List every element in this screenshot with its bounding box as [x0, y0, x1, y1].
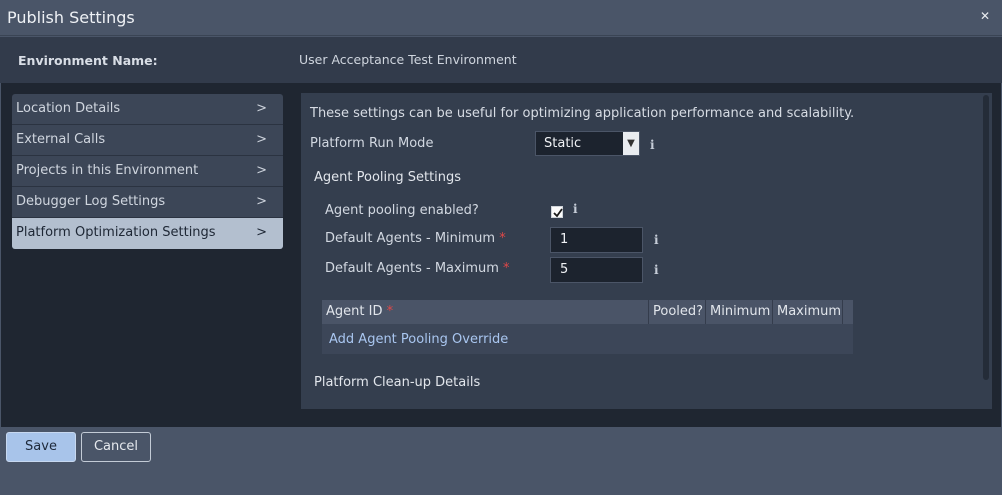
chevron-right-icon: >: [256, 225, 267, 240]
sidebar-item-debugger-log[interactable]: Debugger Log Settings >: [12, 187, 283, 218]
platform-run-mode-value: Static: [544, 136, 582, 151]
chevron-right-icon: >: [256, 194, 267, 209]
add-agent-pooling-override-link[interactable]: Add Agent Pooling Override: [329, 332, 508, 347]
sidebar-item-label: Projects in this Environment: [16, 163, 199, 178]
agent-pooling-enabled-checkbox[interactable]: [551, 206, 563, 218]
sidebar-item-location-details[interactable]: Location Details >: [12, 94, 283, 125]
sidebar-item-label: Debugger Log Settings: [16, 194, 166, 209]
dialog-title: Publish Settings: [7, 8, 135, 27]
platform-cleanup-heading: Platform Clean-up Details: [314, 375, 481, 390]
column-header-label: Agent ID: [326, 304, 383, 319]
save-button[interactable]: Save: [6, 432, 76, 462]
info-icon[interactable]: i: [654, 234, 662, 246]
agent-pooling-heading: Agent Pooling Settings: [314, 170, 462, 185]
required-mark: *: [503, 261, 510, 276]
chevron-down-icon[interactable]: ▼: [623, 132, 639, 155]
chevron-right-icon: >: [256, 101, 267, 116]
cancel-button[interactable]: Cancel: [81, 432, 151, 462]
default-agents-max-label: Default Agents - Maximum *: [325, 261, 510, 276]
sidebar-item-platform-optimization[interactable]: Platform Optimization Settings >: [12, 218, 283, 249]
column-header-minimum[interactable]: Minimum: [706, 300, 773, 324]
info-icon[interactable]: i: [654, 264, 662, 276]
default-agents-min-label: Default Agents - Minimum *: [325, 231, 506, 246]
table-header: Agent ID * Pooled? Minimum Maximum: [322, 300, 853, 324]
sidebar-item-label: Location Details: [16, 101, 121, 116]
column-header-pooled[interactable]: Pooled?: [649, 300, 706, 324]
default-agents-max-input[interactable]: 5: [550, 257, 643, 283]
sidebar-item-label: Platform Optimization Settings: [16, 225, 216, 240]
dialog-footer: Save Cancel: [0, 427, 1002, 495]
content-scrollbar[interactable]: [983, 95, 989, 380]
publish-settings-dialog: Publish Settings ✕ Environment Name: Use…: [0, 0, 1002, 495]
default-agents-min-input[interactable]: 1: [550, 227, 643, 253]
settings-sidebar: Location Details > External Calls > Proj…: [12, 94, 283, 249]
environment-name-label: Environment Name:: [18, 53, 158, 68]
environment-name-value: User Acceptance Test Environment: [299, 52, 517, 67]
required-mark: *: [386, 304, 394, 319]
environment-bar: Environment Name: User Acceptance Test E…: [0, 37, 1002, 83]
close-icon[interactable]: ✕: [980, 9, 990, 23]
default-agents-max-text: Default Agents - Maximum: [325, 261, 499, 276]
chevron-right-icon: >: [256, 163, 267, 178]
sidebar-item-label: External Calls: [16, 132, 106, 147]
settings-content-panel: These settings can be useful for optimiz…: [301, 93, 992, 409]
info-icon[interactable]: i: [650, 139, 658, 151]
agent-pooling-override-table: Agent ID * Pooled? Minimum Maximum Add A…: [322, 300, 853, 354]
sidebar-item-external-calls[interactable]: External Calls >: [12, 125, 283, 156]
agent-pooling-enabled-label: Agent pooling enabled?: [325, 203, 479, 218]
column-header-agent-id[interactable]: Agent ID *: [322, 300, 649, 324]
checkmark-icon: [553, 208, 563, 218]
default-agents-min-text: Default Agents - Minimum: [325, 231, 496, 246]
chevron-right-icon: >: [256, 132, 267, 147]
platform-run-mode-select[interactable]: Static ▼: [535, 131, 640, 156]
required-mark: *: [499, 231, 506, 246]
platform-run-mode-label: Platform Run Mode: [310, 136, 434, 151]
info-icon[interactable]: i: [573, 203, 581, 215]
sidebar-item-projects[interactable]: Projects in this Environment >: [12, 156, 283, 187]
dialog-titlebar: Publish Settings ✕: [0, 0, 1002, 36]
column-header-maximum[interactable]: Maximum: [773, 300, 843, 324]
settings-intro-text: These settings can be useful for optimiz…: [310, 106, 855, 121]
dialog-body: Location Details > External Calls > Proj…: [1, 83, 1001, 427]
